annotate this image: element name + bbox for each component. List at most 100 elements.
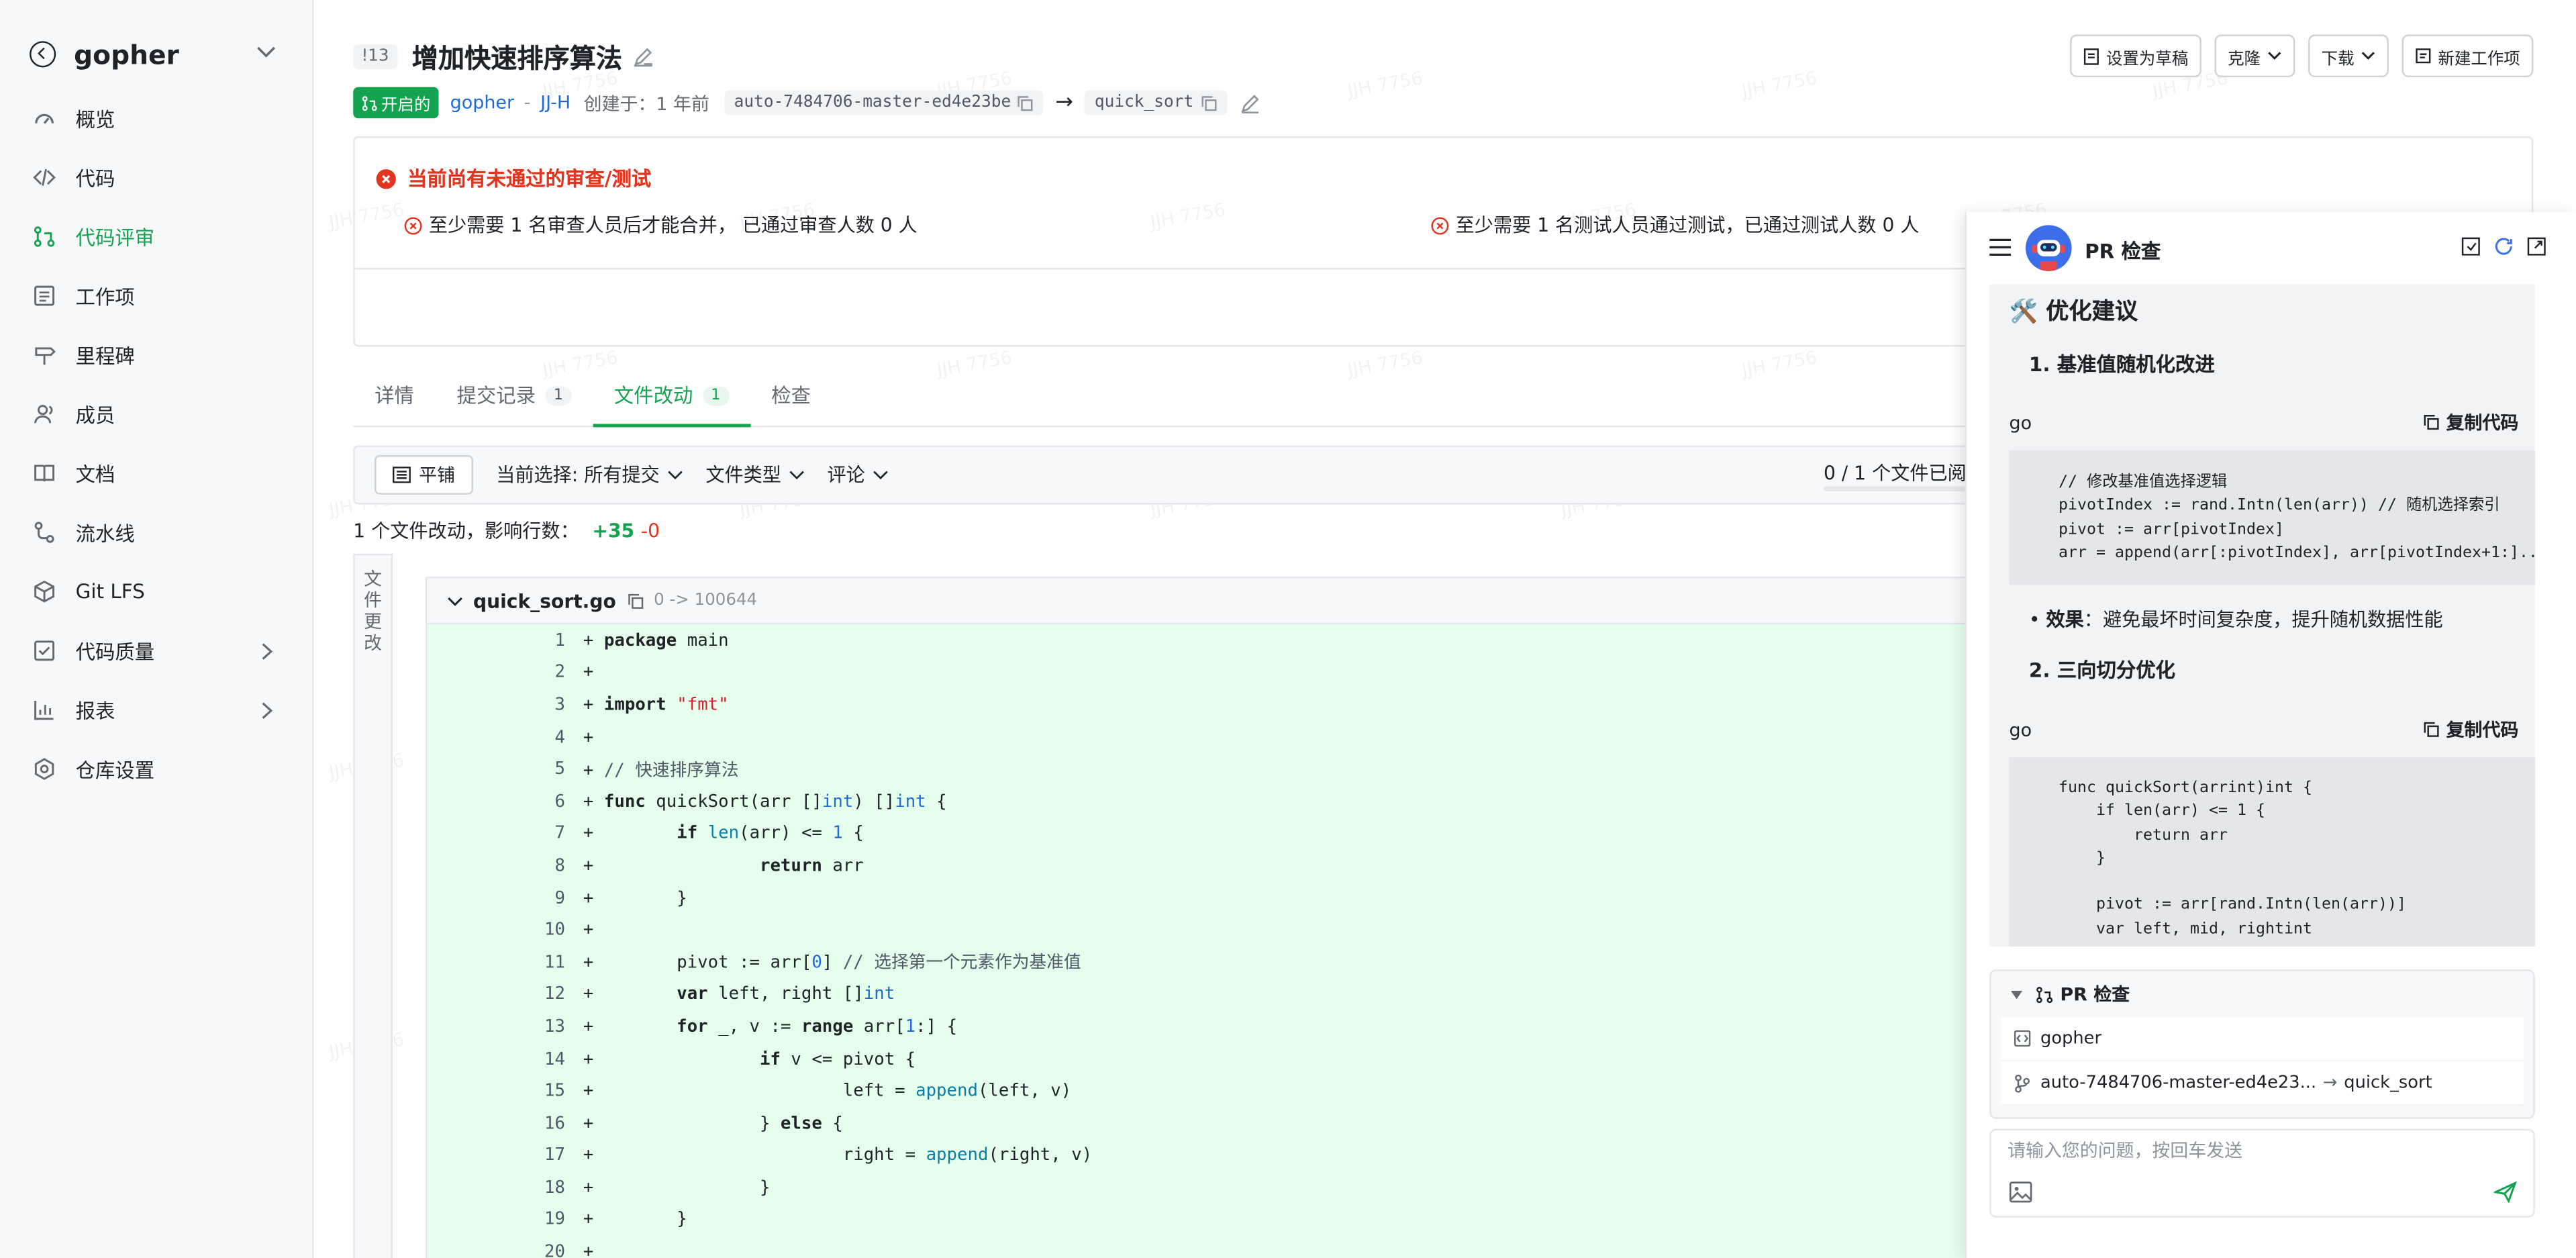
history-icon[interactable] <box>2494 236 2514 256</box>
back-icon[interactable] <box>30 41 56 68</box>
line-number[interactable]: 5 <box>427 759 565 779</box>
line-number[interactable]: 4 <box>427 727 565 746</box>
clone-label: 克隆 <box>2228 50 2261 68</box>
line-number[interactable]: 11 <box>427 953 565 972</box>
codeblock-header: go 复制代码 <box>2010 705 2519 754</box>
file-tree-toggle[interactable]: 文 件 更 改 <box>353 553 393 1258</box>
edit-icon[interactable] <box>632 45 654 66</box>
line-number[interactable]: 15 <box>427 1081 565 1101</box>
new-chat-icon[interactable] <box>2461 236 2481 256</box>
chat-messages[interactable]: 🛠️ 优化建议 1. 基准值随机化改进 go 复制代码 // 修改基准值选择逻辑… <box>1989 284 2535 947</box>
commit-selector[interactable]: 当前选择: 所有提交 <box>496 462 683 488</box>
clone-button[interactable]: 克隆 <box>2214 34 2295 78</box>
line-number[interactable]: 19 <box>427 1210 565 1230</box>
flat-view-button[interactable]: 平铺 <box>375 455 473 495</box>
line-number[interactable]: 20 <box>427 1243 565 1258</box>
sidebar-item-workitems[interactable]: 工作项 <box>0 267 312 326</box>
comments-filter[interactable]: 评论 <box>827 462 888 488</box>
chevron-right-icon[interactable] <box>261 642 273 661</box>
workitem-icon <box>34 285 55 306</box>
tab-details[interactable]: 详情 <box>353 365 435 426</box>
line-number[interactable]: 16 <box>427 1114 565 1133</box>
sidebar-item-git-lfs[interactable]: Git LFS <box>0 562 312 621</box>
sidebar-item-code-quality[interactable]: 代码质量 <box>0 621 312 680</box>
diff-filename[interactable]: quick_sort.go <box>473 589 616 612</box>
viewed-count: 0 / 1 个文件已阅 <box>1823 461 1967 485</box>
chevron-down-icon[interactable] <box>256 46 276 60</box>
line-number[interactable]: 17 <box>427 1146 565 1165</box>
target-branch[interactable]: quick_sort <box>1085 90 1227 115</box>
line-code: + pivot := arr[0] // 选择第一个元素作为基准值 <box>583 953 1081 973</box>
line-number[interactable]: 10 <box>427 920 565 940</box>
tab-checks[interactable]: 检查 <box>750 365 832 426</box>
copy-code-button[interactable]: 复制代码 <box>2423 716 2518 742</box>
draft-icon <box>2083 47 2099 64</box>
sidebar-item-reports[interactable]: 报表 <box>0 680 312 739</box>
sidebar-item-code[interactable]: 代码 <box>0 148 312 207</box>
file-type-filter[interactable]: 文件类型 <box>705 462 804 488</box>
copy-icon[interactable] <box>1018 95 1034 111</box>
codeblock-header: go 复制代码 <box>2010 397 2519 446</box>
sidebar-item-docs[interactable]: 文档 <box>0 444 312 503</box>
code-block: // 修改基准值选择逻辑 pivotIndex := rand.Intn(len… <box>2009 450 2535 585</box>
tab-label: 检查 <box>771 384 811 408</box>
chevron-right-icon[interactable] <box>261 701 273 720</box>
tab-file-changes[interactable]: 文件改动 1 <box>593 365 750 428</box>
merge-request-icon <box>2036 985 2053 1002</box>
sidebar-item-repo-settings[interactable]: 仓库设置 <box>0 739 312 798</box>
sidebar-item-milestones[interactable]: 里程碑 <box>0 326 312 385</box>
tab-label: 文件改动 <box>613 384 693 408</box>
line-number[interactable]: 1 <box>427 630 565 650</box>
edit-branch-icon[interactable] <box>1240 93 1259 113</box>
code-icon <box>33 168 56 186</box>
line-code: + if v <= pivot { <box>583 1049 916 1069</box>
line-number[interactable]: 9 <box>427 888 565 908</box>
sidebar-item-code-review[interactable]: 代码评审 <box>0 207 312 266</box>
context-target-branch: quick_sort <box>2344 1073 2432 1093</box>
tab-label: 提交记录 <box>456 384 536 408</box>
sidebar-item-label: 概览 <box>75 107 115 131</box>
set-draft-button[interactable]: 设置为草稿 <box>2070 34 2201 78</box>
line-number[interactable]: 7 <box>427 824 565 843</box>
line-code: + <box>583 727 604 747</box>
line-code: + for _, v := range arr[1:] { <box>583 1016 958 1037</box>
copy-icon[interactable] <box>628 592 644 608</box>
copy-code-button[interactable]: 复制代码 <box>2423 409 2518 435</box>
repo-link[interactable]: gopher <box>450 92 514 113</box>
menu-icon[interactable] <box>1989 238 2011 256</box>
tab-commits[interactable]: 提交记录 1 <box>436 365 593 426</box>
line-number[interactable]: 3 <box>427 695 565 714</box>
sidebar-item-label: 成员 <box>75 403 115 427</box>
line-number[interactable]: 14 <box>427 1049 565 1069</box>
line-number[interactable]: 18 <box>427 1178 565 1198</box>
code-language: go <box>2009 718 2032 740</box>
line-number[interactable]: 8 <box>427 856 565 875</box>
context-header[interactable]: PR 检查 <box>1991 971 2534 1018</box>
new-workitem-button[interactable]: 新建工作项 <box>2401 34 2534 78</box>
author-link[interactable]: JJ-H <box>540 92 571 113</box>
tab-count: 1 <box>703 385 729 405</box>
close-circle-icon <box>404 216 422 234</box>
line-number[interactable]: 6 <box>427 791 565 811</box>
send-icon[interactable] <box>2493 1181 2517 1203</box>
copy-icon <box>2424 722 2439 737</box>
close-circle-icon <box>1431 216 1449 234</box>
chevron-down-icon[interactable] <box>447 595 463 606</box>
line-number[interactable]: 2 <box>427 663 565 682</box>
image-upload-icon[interactable] <box>2009 1181 2032 1203</box>
download-button[interactable]: 下载 <box>2308 34 2389 78</box>
target-branch-label: quick_sort <box>1094 93 1194 112</box>
source-branch[interactable]: auto-7484706-master-ed4e23be <box>724 90 1044 115</box>
expand-icon[interactable] <box>2527 236 2546 256</box>
copy-icon[interactable] <box>1200 95 1216 111</box>
chat-input[interactable] <box>2008 1140 2501 1162</box>
sidebar-item-overview[interactable]: 概览 <box>0 89 312 148</box>
line-number[interactable]: 13 <box>427 1017 565 1036</box>
line-number[interactable]: 12 <box>427 985 565 1004</box>
project-switcher[interactable]: gopher <box>30 33 293 76</box>
sidebar-item-members[interactable]: 成员 <box>0 385 312 444</box>
download-label: 下载 <box>2321 50 2355 68</box>
chevron-down-icon <box>2268 52 2281 60</box>
sidebar-item-label: 工作项 <box>75 285 135 308</box>
sidebar-item-pipeline[interactable]: 流水线 <box>0 503 312 562</box>
